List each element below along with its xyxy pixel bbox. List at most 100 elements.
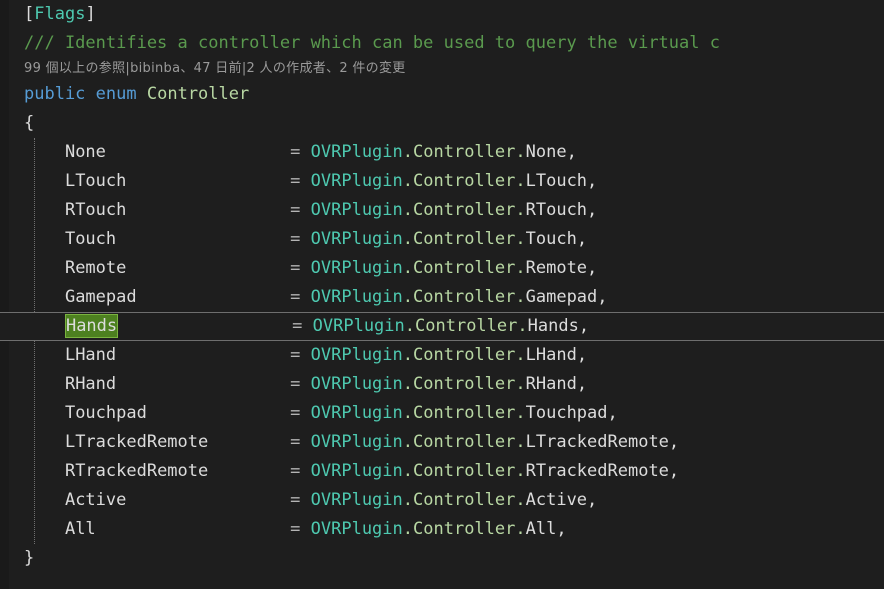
- value-member[interactable]: RTrackedRemote: [526, 461, 669, 481]
- value-member[interactable]: Touchpad: [526, 403, 608, 423]
- enum-member-line[interactable]: Remote = OVRPlugin.Controller.Remote,: [0, 254, 884, 283]
- enum-member-line[interactable]: Active = OVRPlugin.Controller.Active,: [0, 486, 884, 515]
- enum-member-name[interactable]: LTouch: [65, 171, 126, 191]
- value-qualifier-type[interactable]: Controller: [413, 519, 515, 539]
- value-qualifier-type[interactable]: Controller: [413, 461, 515, 481]
- close-brace-line: }: [0, 544, 884, 573]
- value-qualifier-type[interactable]: Controller: [413, 403, 515, 423]
- value-dot-1: .: [402, 142, 414, 162]
- value-qualifier-type[interactable]: Controller: [413, 345, 515, 365]
- enum-member-line[interactable]: Gamepad = OVRPlugin.Controller.Gamepad,: [0, 283, 884, 312]
- value-qualifier-namespace[interactable]: OVRPlugin: [311, 287, 403, 307]
- value-member[interactable]: LHand: [526, 345, 577, 365]
- value-qualifier-type[interactable]: Controller: [413, 200, 515, 220]
- value-member[interactable]: Touch: [526, 229, 577, 249]
- value-member[interactable]: LTouch: [526, 171, 587, 191]
- value-qualifier-type[interactable]: Controller: [413, 171, 515, 191]
- enum-member-line[interactable]: RTouch = OVRPlugin.Controller.RTouch,: [0, 196, 884, 225]
- value-member[interactable]: RHand: [526, 374, 577, 394]
- value-member[interactable]: Gamepad: [526, 287, 598, 307]
- value-qualifier-namespace[interactable]: OVRPlugin: [311, 374, 403, 394]
- enum-member-line[interactable]: Hands = OVRPlugin.Controller.Hands,: [0, 312, 884, 341]
- value-qualifier-namespace[interactable]: OVRPlugin: [313, 316, 405, 336]
- value-qualifier-namespace[interactable]: OVRPlugin: [311, 461, 403, 481]
- value-dot-1: .: [402, 490, 414, 510]
- value-comma: ,: [668, 432, 680, 452]
- enum-member-line[interactable]: LTouch = OVRPlugin.Controller.LTouch,: [0, 167, 884, 196]
- enum-member-name[interactable]: RTrackedRemote: [65, 461, 208, 481]
- value-dot-1: .: [402, 519, 414, 539]
- value-qualifier-namespace[interactable]: OVRPlugin: [311, 171, 403, 191]
- value-qualifier-namespace[interactable]: OVRPlugin: [311, 490, 403, 510]
- value-qualifier-namespace[interactable]: OVRPlugin: [311, 432, 403, 452]
- enum-member-name[interactable]: Touch: [65, 229, 116, 249]
- enum-member-line[interactable]: RHand = OVRPlugin.Controller.RHand,: [0, 370, 884, 399]
- value-dot-2: .: [515, 258, 526, 278]
- value-qualifier-type[interactable]: Controller: [413, 287, 515, 307]
- doc-comment-text: /// Identifies a controller which can be…: [24, 33, 720, 53]
- value-qualifier-namespace[interactable]: OVRPlugin: [311, 200, 403, 220]
- alignment-padding: [116, 374, 290, 394]
- codelens-author[interactable]: bibinba: [130, 61, 180, 76]
- enum-member-line[interactable]: None = OVRPlugin.Controller.None,: [0, 138, 884, 167]
- enum-member-name[interactable]: Active: [65, 490, 126, 510]
- value-member[interactable]: LTrackedRemote: [526, 432, 669, 452]
- value-qualifier-namespace[interactable]: OVRPlugin: [311, 142, 403, 162]
- enum-member-name[interactable]: RHand: [65, 374, 116, 394]
- value-dot-1: .: [402, 171, 414, 191]
- code-editor[interactable]: [Flags] /// Identifies a controller which…: [0, 0, 884, 589]
- value-qualifier-namespace[interactable]: OVRPlugin: [311, 345, 403, 365]
- enum-member-line[interactable]: All = OVRPlugin.Controller.All,: [0, 515, 884, 544]
- attribute-line: [Flags]: [0, 0, 884, 29]
- value-dot-2: .: [515, 374, 526, 394]
- value-member[interactable]: Hands: [528, 316, 579, 336]
- enum-member-name[interactable]: All: [65, 519, 96, 539]
- value-qualifier-type[interactable]: Controller: [413, 229, 515, 249]
- attribute-name[interactable]: Flags: [34, 4, 85, 24]
- value-qualifier-namespace[interactable]: OVRPlugin: [311, 229, 403, 249]
- value-qualifier-type[interactable]: Controller: [413, 374, 515, 394]
- value-member[interactable]: Remote: [526, 258, 587, 278]
- attribute-close-bracket: ]: [85, 4, 96, 24]
- enum-member-line[interactable]: RTrackedRemote = OVRPlugin.Controller.RT…: [0, 457, 884, 486]
- doc-comment-line: /// Identifies a controller which can be…: [0, 29, 884, 58]
- codelens-last-change[interactable]: 47 日前: [194, 61, 242, 76]
- value-qualifier-type[interactable]: Controller: [413, 142, 515, 162]
- value-member[interactable]: Active: [526, 490, 587, 510]
- value-qualifier-type[interactable]: Controller: [415, 316, 517, 336]
- value-qualifier-namespace[interactable]: OVRPlugin: [311, 258, 403, 278]
- value-dot-1: .: [402, 200, 414, 220]
- codelens-references[interactable]: 99 個以上の参照: [24, 61, 125, 76]
- enum-member-name[interactable]: LTrackedRemote: [65, 432, 208, 452]
- value-member[interactable]: None: [526, 142, 567, 162]
- codelens-authors[interactable]: 2 人の作成者: [247, 61, 327, 76]
- enum-member-line[interactable]: Touchpad = OVRPlugin.Controller.Touchpad…: [0, 399, 884, 428]
- value-qualifier-type[interactable]: Controller: [413, 490, 515, 510]
- enum-member-name[interactable]: Remote: [65, 258, 126, 278]
- value-qualifier-namespace[interactable]: OVRPlugin: [311, 403, 403, 423]
- value-qualifier-type[interactable]: Controller: [413, 258, 515, 278]
- value-member[interactable]: RTouch: [526, 200, 587, 220]
- enum-member-name[interactable]: RTouch: [65, 200, 126, 220]
- value-member[interactable]: All: [526, 519, 557, 539]
- enum-member-line[interactable]: LTrackedRemote = OVRPlugin.Controller.LT…: [0, 428, 884, 457]
- assignment-operator: =: [290, 345, 301, 365]
- enum-member-name[interactable]: Touchpad: [65, 403, 147, 423]
- open-brace-line: {: [0, 109, 884, 138]
- enum-member-name[interactable]: None: [65, 142, 106, 162]
- enum-member-name[interactable]: Hands: [64, 314, 119, 338]
- value-qualifier-namespace[interactable]: OVRPlugin: [311, 519, 403, 539]
- enum-member-line[interactable]: LHand = OVRPlugin.Controller.LHand,: [0, 341, 884, 370]
- enum-member-name[interactable]: LHand: [65, 345, 116, 365]
- codelens-changes[interactable]: 2 件の変更: [339, 61, 405, 76]
- enum-member-line[interactable]: Touch = OVRPlugin.Controller.Touch,: [0, 225, 884, 254]
- enum-member-name[interactable]: Gamepad: [65, 287, 137, 307]
- value-comma: ,: [566, 142, 577, 162]
- declaration-name[interactable]: Controller: [147, 84, 249, 104]
- value-qualifier-type[interactable]: Controller: [413, 432, 515, 452]
